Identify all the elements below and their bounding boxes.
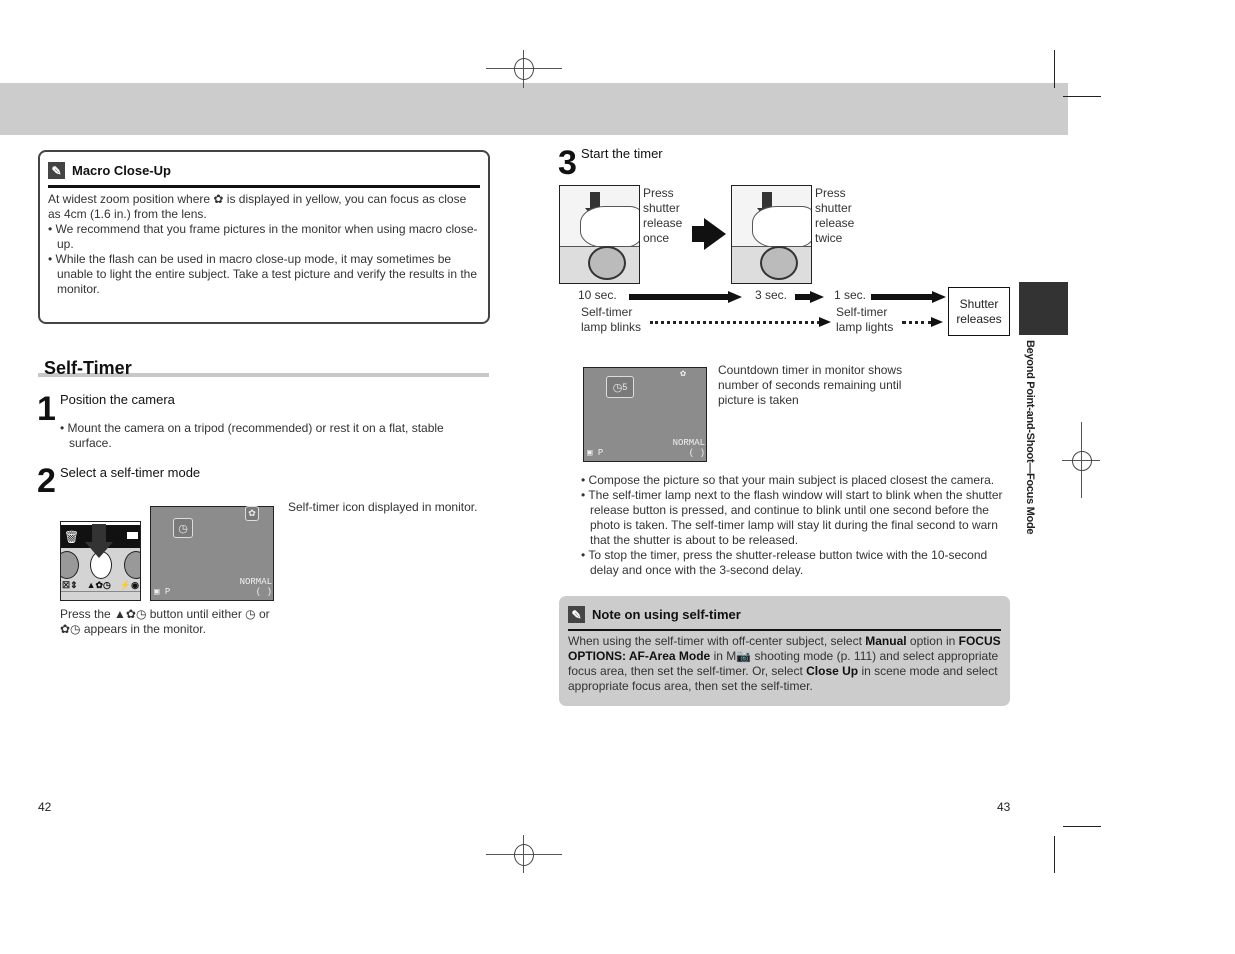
countdown-caption: Countdown timer in monitor shows number … — [718, 363, 903, 407]
page-number-right: 43 — [997, 800, 1011, 814]
timeline-arrow — [795, 294, 811, 300]
registration-mark-right — [1062, 422, 1100, 498]
image-quality: NORMAL — [672, 438, 705, 448]
pencil-note-icon: ✎ — [568, 606, 585, 623]
timeline-arrow — [629, 294, 729, 300]
monitor-caption: Self-timer icon displayed in monitor. — [288, 500, 478, 514]
shutter-releases-box: Shutter releases — [948, 287, 1010, 336]
section-title: Self-Timer — [44, 358, 132, 378]
divider — [48, 185, 480, 188]
timeline-10sec: 10 sec. — [578, 288, 617, 302]
timeline-arrowhead — [810, 291, 824, 303]
header-band — [0, 83, 1068, 135]
step-title: Position the camera — [60, 392, 175, 407]
mode-indicator: ▣ P — [154, 587, 171, 597]
mode-dial — [760, 246, 798, 280]
shutter-press-illustration — [559, 185, 640, 284]
self-timer-icon: ◷ — [173, 518, 193, 538]
dotted-timeline — [650, 321, 820, 324]
menu-icon — [127, 532, 138, 539]
shutter-press-illustration — [731, 185, 812, 284]
step-title: Start the timer — [581, 146, 663, 161]
step3-bullet: • To stop the timer, press the shutter-r… — [581, 548, 988, 577]
registration-mark-bottom — [486, 835, 562, 873]
dotted-arrowhead — [931, 317, 943, 327]
crop-mark — [1063, 826, 1101, 827]
macro-intro: At widest zoom position where ✿ is displ… — [48, 192, 467, 221]
note-box: ✎ Note on using self-timer When using th… — [559, 596, 1010, 706]
macro-close-up-box: ✎ Macro Close-Up At widest zoom position… — [38, 150, 490, 324]
press-once-label: Press shutter release once — [643, 186, 683, 245]
pencil-note-icon: ✎ — [48, 162, 65, 179]
note-box-title: ✎ Note on using self-timer — [568, 606, 1001, 623]
step3-bullet: • The self-timer lamp next to the flash … — [581, 488, 1003, 547]
macro-icon: ✿ — [245, 506, 259, 521]
chapter-label: Beyond Point-and-Shoot—Focus Mode — [1024, 340, 1036, 535]
mode-indicator: ▣ P — [587, 448, 604, 458]
step1-bullet: • Mount the camera on a tripod (recommen… — [60, 421, 444, 450]
macro-timer-icon: ▲✿◷ — [86, 580, 111, 590]
note-body: When using the self-timer with off-cente… — [568, 634, 1001, 694]
macro-bullet: • While the flash can be used in macro c… — [48, 252, 478, 296]
press-twice-label: Press shutter release twice — [815, 186, 855, 245]
image-quality: NORMAL — [239, 577, 272, 587]
next-arrow-head — [704, 218, 726, 250]
countdown-timer-icon: ◷ 5 — [606, 376, 634, 398]
trash-icon: 🗑 — [64, 530, 80, 544]
registration-mark-top — [486, 50, 562, 88]
divider — [568, 629, 1001, 631]
timeline-1sec: 1 sec. — [834, 288, 867, 302]
step3-bullets: • Compose the picture so that your main … — [581, 473, 1011, 578]
timeline-arrowhead — [728, 291, 742, 303]
crop-mark — [1054, 50, 1055, 88]
flash-icon: ⚡◉ — [119, 580, 139, 590]
press-caption: Press the ▲✿◷ button until either ◷ or ✿… — [60, 607, 270, 636]
monitor-screen: ◷ ✿ ▣ P NORMAL ( ) — [150, 506, 274, 601]
down-arrow-icon — [92, 524, 106, 544]
note-emphasis: Close Up — [806, 664, 859, 678]
crop-mark — [1054, 836, 1055, 873]
note-emphasis: Manual — [865, 634, 907, 648]
timeline-arrowhead — [932, 291, 946, 303]
next-arrow-icon — [692, 226, 704, 242]
chapter-tab — [1019, 282, 1068, 335]
dotted-arrowhead — [819, 317, 831, 327]
step-number: 2 — [37, 462, 56, 500]
frames-remaining: ( ) — [688, 448, 705, 458]
step-number: 1 — [37, 390, 56, 428]
timeline-3sec: 3 sec. — [755, 288, 788, 302]
lamp-lights-label: Self-timer lamp lights — [836, 305, 894, 334]
camera-button-panel: 🗑 ☒⇕ ▲✿◷ ⚡◉ — [60, 521, 141, 601]
step-title: Select a self-timer mode — [60, 465, 201, 480]
macro-box-title: ✎ Macro Close-Up — [48, 162, 480, 179]
step3-bullet: • Compose the picture so that your main … — [581, 473, 995, 487]
countdown-monitor: ◷ 5 ✿ ▣ P NORMAL ( ) — [583, 367, 707, 462]
exposure-comp-icon: ☒⇕ — [62, 580, 78, 590]
crop-mark — [1063, 96, 1101, 97]
dotted-timeline — [902, 321, 932, 324]
macro-icon: ✿ — [680, 369, 687, 380]
lamp-blinks-label: Self-timer lamp blinks — [581, 305, 642, 334]
step-number: 3 — [558, 144, 577, 182]
macro-bullet: • We recommend that you frame pictures i… — [48, 222, 478, 251]
page-number-left: 42 — [38, 800, 52, 814]
note-text: When using the self-timer with off-cente… — [568, 634, 866, 648]
frames-remaining: ( ) — [255, 587, 272, 597]
mode-dial — [588, 246, 626, 280]
note-text: option in — [906, 634, 959, 648]
timeline-arrow — [871, 294, 933, 300]
